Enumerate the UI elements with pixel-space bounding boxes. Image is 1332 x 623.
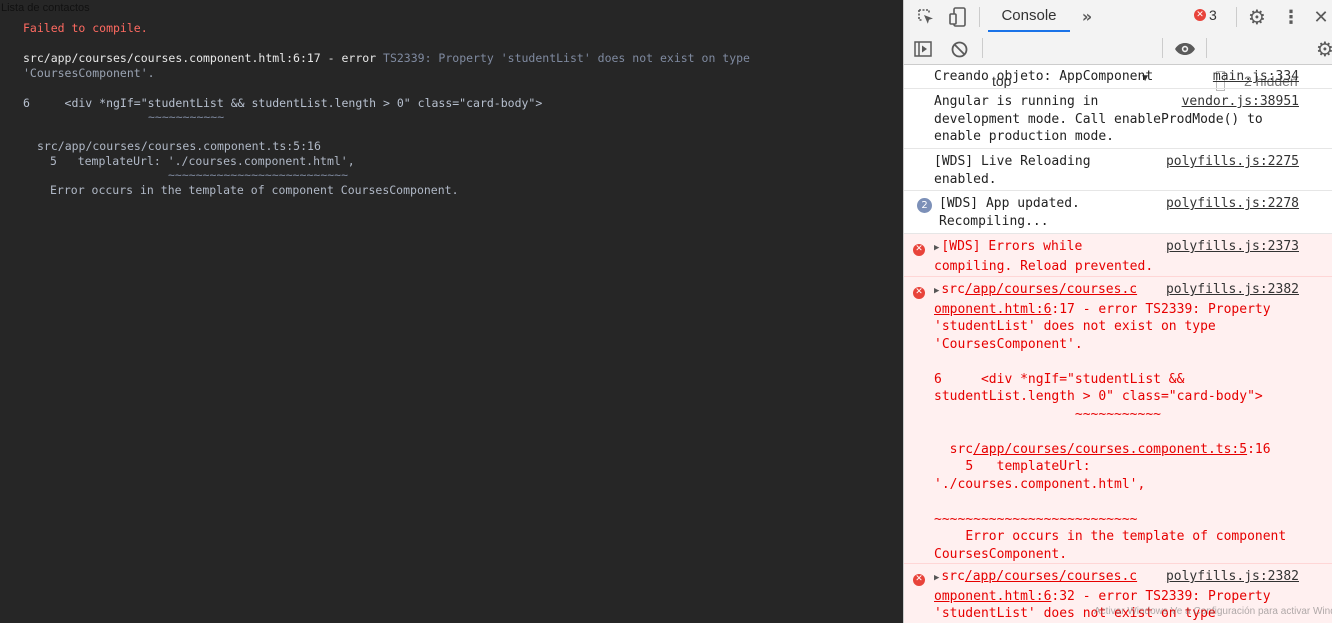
- overlay-error-line: src/app/courses/courses.component.html:6…: [23, 51, 750, 66]
- error-source-link[interactable]: polyfills.js:2382: [1166, 568, 1299, 586]
- error-overlay: Failed to compile. src/app/courses/cours…: [0, 0, 903, 623]
- overlay-code-underline: ~~~~~~~~~~~: [148, 110, 225, 124]
- windows-activation-watermark: Activar Windows Ve a Configuración para …: [1094, 606, 1332, 617]
- console-toolbar: top▼ 2 hidden ⚙: [904, 33, 1332, 91]
- overlay-ts-location: src/app/courses/courses.component.ts:5:1…: [37, 139, 321, 153]
- error-icon: ✕: [913, 569, 925, 587]
- console-messages: Creando objeto: AppComponent main.js:334…: [904, 64, 1332, 623]
- tab-console[interactable]: Console: [988, 0, 1070, 32]
- error-body-continued: :16 5 templateUrl: './courses.component.…: [934, 441, 1287, 562]
- error-file-link[interactable]: omponent.html:6: [934, 589, 1051, 604]
- console-message: [WDS] Live Reloading enabled. polyfills.…: [904, 149, 1332, 191]
- console-message: Creando objeto: AppComponent main.js:334: [904, 64, 1332, 89]
- error-file-prefix: src: [941, 282, 965, 297]
- error-file-link[interactable]: /app/courses/courses.c: [965, 569, 1137, 584]
- message-source-link[interactable]: vendor.js:38951: [1182, 93, 1299, 111]
- message-text: [WDS] Live Reloading enabled.: [934, 154, 1091, 187]
- console-message: Angular is running in development mode. …: [904, 89, 1332, 149]
- devtools-tabbar: Console » ✕ 3 ⚙ ⋮ ✕: [904, 0, 1332, 34]
- overlay-ts-line: 5 templateUrl: './courses.component.html…: [50, 154, 355, 168]
- error-source-link[interactable]: polyfills.js:2382: [1166, 281, 1299, 299]
- toolbar-separator: [982, 38, 983, 58]
- kebab-menu-icon[interactable]: ⋮: [1281, 6, 1301, 28]
- console-message: 2 [WDS] App updated. Recompiling... poly…: [904, 191, 1332, 234]
- settings-icon[interactable]: ⚙: [1246, 5, 1268, 29]
- page-title: Lista de contactos: [1, 2, 90, 14]
- error-file-prefix: src: [941, 569, 965, 584]
- error-text: [WDS] Errors while compiling. Reload pre…: [934, 239, 1154, 274]
- eye-icon[interactable]: [1172, 39, 1198, 59]
- error-icon: ✕: [913, 282, 925, 300]
- error-count: 3: [1209, 7, 1217, 23]
- gear-icon[interactable]: ⚙: [1314, 37, 1332, 61]
- error-file-link[interactable]: omponent.html:6: [934, 302, 1051, 317]
- error-counter[interactable]: ✕ 3: [1194, 7, 1217, 23]
- error-icon: ✕: [913, 239, 925, 257]
- error-file-link[interactable]: /app/courses/courses.c: [965, 282, 1137, 297]
- overlay-ts-underline: ~~~~~~~~~~~~~~~~~~~~~~~~~~: [168, 168, 349, 182]
- error-body: :17 - error TS2339: Property 'studentLis…: [934, 301, 1271, 457]
- toolbar-separator: [1162, 38, 1163, 58]
- tab-separator: [979, 7, 980, 27]
- message-source-link[interactable]: polyfills.js:2275: [1166, 153, 1299, 171]
- message-text: [WDS] App updated. Recompiling...: [939, 196, 1080, 229]
- message-text: Creando objeto: AppComponent: [934, 69, 1154, 84]
- device-toolbar-icon[interactable]: [948, 6, 968, 28]
- overlay-error-code: TS2339: Property 'studentList' does not …: [383, 51, 750, 65]
- console-error: ✕ ▶ [WDS] Errors while compiling. Reload …: [904, 234, 1332, 277]
- message-source-link[interactable]: main.js:334: [1213, 68, 1299, 86]
- expand-arrow-icon[interactable]: ▶: [934, 286, 939, 296]
- overlay-template-error: Error occurs in the template of componen…: [50, 183, 459, 197]
- error-icon: ✕: [1194, 9, 1206, 21]
- expand-arrow-icon[interactable]: ▶: [934, 243, 939, 253]
- overlay-code-line: 6 <div *ngIf="studentList && studentList…: [23, 96, 543, 110]
- close-icon[interactable]: ✕: [1311, 6, 1331, 28]
- inspect-icon[interactable]: [916, 7, 936, 27]
- sidebar-toggle-icon[interactable]: [913, 39, 933, 59]
- devtools-panel: Console » ✕3 ⚙ ⋮ ✕ top▼ 2 hidden ⚙ Crean…: [903, 0, 1332, 623]
- tab-separator: [1236, 7, 1237, 27]
- repeat-count-badge: 2: [917, 196, 932, 214]
- clear-console-icon[interactable]: [949, 39, 969, 59]
- message-source-link[interactable]: polyfills.js:2278: [1166, 195, 1299, 213]
- error-source-link[interactable]: polyfills.js:2373: [1166, 238, 1299, 256]
- overlay-location: src/app/courses/courses.component.html:6…: [23, 51, 384, 65]
- console-error: ✕ ▶ src/app/courses/courses.c omponent.htm…: [904, 277, 1332, 564]
- more-tabs-icon[interactable]: »: [1077, 6, 1097, 26]
- toolbar-separator: [1206, 38, 1207, 58]
- error-ts-link[interactable]: /app/courses/courses.component.ts:5: [973, 442, 1247, 457]
- overlay-message: 'CoursesComponent'.: [23, 66, 155, 80]
- expand-arrow-icon[interactable]: ▶: [934, 573, 939, 583]
- overlay-heading: Failed to compile.: [23, 21, 148, 35]
